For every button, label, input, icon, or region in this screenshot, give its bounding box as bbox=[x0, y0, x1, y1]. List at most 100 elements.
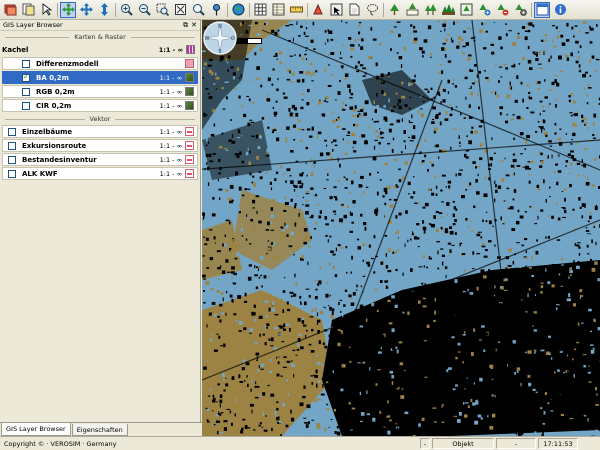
status-bar: Copyright © · VEROSIM · Germany - Objekt… bbox=[0, 436, 600, 450]
zoom-box-icon bbox=[156, 3, 169, 16]
window-icon bbox=[536, 3, 548, 16]
layer-visibility-checkbox[interactable] bbox=[8, 169, 16, 178]
zoom-out-icon bbox=[138, 4, 151, 16]
marker-icon bbox=[312, 3, 323, 15]
layer-group-label: Kachel bbox=[2, 45, 29, 54]
tree-table-button[interactable] bbox=[404, 2, 420, 18]
status-cell-3: - bbox=[496, 438, 536, 449]
close-panel-icon[interactable]: ✕ bbox=[191, 21, 197, 29]
marker-button[interactable] bbox=[310, 2, 326, 18]
layer-group-icon bbox=[186, 45, 195, 54]
layer-row[interactable]: BA 0,2m 1:1 - ∞ bbox=[2, 71, 198, 84]
arrow-icon bbox=[42, 3, 52, 16]
pan-icon bbox=[61, 3, 75, 16]
grid-button[interactable] bbox=[252, 2, 268, 18]
layer-type-icon bbox=[185, 59, 194, 68]
tree-remove-icon bbox=[497, 4, 508, 16]
tab-gis-layer-browser[interactable]: GIS Layer Browser bbox=[1, 423, 71, 436]
float-panel-icon[interactable]: ⧉ bbox=[183, 21, 188, 29]
document-button[interactable] bbox=[346, 2, 362, 18]
compass-west: W bbox=[205, 36, 210, 42]
tree-add-button[interactable] bbox=[476, 2, 492, 18]
pan-button[interactable] bbox=[60, 1, 76, 18]
lasso-button[interactable] bbox=[364, 2, 380, 18]
gis-layer-browser-panel: GIS Layer Browser ⧉ ✕ Karten & Raster Kac… bbox=[0, 20, 201, 436]
status-cell-1: - bbox=[420, 438, 430, 449]
layer-group-kachel[interactable]: Kachel 1:1 - ∞ bbox=[2, 43, 198, 56]
layer-name: BA 0,2m bbox=[36, 73, 69, 82]
pages-button[interactable] bbox=[20, 2, 36, 18]
window-button[interactable] bbox=[534, 1, 550, 18]
vertical-move-button[interactable] bbox=[96, 2, 112, 18]
layer-visibility-checkbox[interactable] bbox=[22, 87, 30, 96]
layer-type-icon bbox=[185, 141, 194, 150]
tree-settings-button[interactable] bbox=[512, 2, 528, 18]
forest-button[interactable] bbox=[440, 2, 456, 18]
app-window: GIS Layer Browser ⧉ ✕ Karten & Raster Kac… bbox=[0, 0, 600, 450]
pin-icon bbox=[212, 4, 220, 16]
layer-type-icon bbox=[185, 127, 194, 136]
tree-grid-button[interactable] bbox=[458, 2, 474, 18]
group-header-0: Karten & Raster bbox=[0, 31, 200, 43]
compass-south: S bbox=[218, 49, 221, 55]
layer-row[interactable]: RGB 0,2m 1:1 - ∞ bbox=[2, 85, 198, 98]
compass-icon[interactable]: N O S W bbox=[202, 20, 238, 56]
group-header-1: Vektor bbox=[0, 113, 200, 125]
layer-visibility-checkbox[interactable] bbox=[8, 127, 16, 136]
arrow-button[interactable] bbox=[38, 2, 54, 18]
layer-scale: 1:1 - ∞ bbox=[159, 141, 182, 150]
layer-type-icon bbox=[185, 169, 194, 178]
layer-row[interactable]: Differenzmodell bbox=[2, 57, 198, 70]
status-clock: 17:11:53 bbox=[538, 438, 578, 449]
layer-scale: 1:1 - ∞ bbox=[159, 87, 182, 96]
move-button[interactable] bbox=[78, 2, 94, 18]
panel-header: GIS Layer Browser ⧉ ✕ bbox=[0, 20, 200, 31]
table-icon bbox=[272, 3, 284, 16]
pin-button[interactable] bbox=[208, 2, 224, 18]
tree-icon bbox=[389, 4, 399, 15]
layer-visibility-checkbox[interactable] bbox=[8, 141, 16, 150]
copyright-text: Copyright © · VEROSIM · Germany bbox=[4, 439, 117, 448]
info-button[interactable] bbox=[552, 2, 568, 18]
zoom-full-button[interactable] bbox=[172, 2, 188, 18]
layer-row[interactable]: CIR 0,2m 1:1 - ∞ bbox=[2, 99, 198, 112]
layer-visibility-checkbox[interactable] bbox=[8, 155, 16, 164]
layer-type-icon bbox=[185, 155, 194, 164]
measure-button[interactable] bbox=[288, 2, 304, 18]
table-button[interactable] bbox=[270, 2, 286, 18]
layer-scale: 1:1 - ∞ bbox=[159, 169, 182, 178]
magnifier-button[interactable] bbox=[190, 2, 206, 18]
tab-eigenschaften[interactable]: Eigenschaften bbox=[71, 424, 128, 436]
panel-tabs: GIS Layer Browser Eigenschaften bbox=[0, 422, 202, 436]
layer-name: Bestandesinventur bbox=[22, 155, 97, 164]
globe-button[interactable] bbox=[230, 2, 246, 18]
layer-row[interactable]: Exkursionsroute 1:1 - ∞ bbox=[2, 139, 198, 152]
map-raster[interactable] bbox=[202, 20, 600, 436]
select-button[interactable] bbox=[328, 2, 344, 18]
zoom-out-button[interactable] bbox=[136, 2, 152, 18]
globe-icon bbox=[232, 3, 244, 16]
status-selection-mode: Objekt bbox=[432, 438, 494, 449]
layer-visibility-checkbox[interactable] bbox=[22, 101, 30, 110]
layers-red-button[interactable] bbox=[2, 2, 18, 18]
zoom-box-button[interactable] bbox=[154, 2, 170, 18]
tree-remove-button[interactable] bbox=[494, 2, 510, 18]
zoom-in-button[interactable] bbox=[118, 2, 134, 18]
map-view[interactable]: N O S W bbox=[202, 20, 600, 436]
layer-list: Karten & Raster Kachel 1:1 - ∞ Differenzmod… bbox=[0, 31, 200, 180]
layer-scale: 1:1 - ∞ bbox=[158, 45, 183, 54]
toolbar-separator bbox=[383, 2, 384, 17]
layer-visibility-checkbox[interactable] bbox=[22, 59, 30, 68]
layer-row[interactable]: Einzelbäume 1:1 - ∞ bbox=[2, 125, 198, 138]
layer-visibility-checkbox[interactable] bbox=[22, 72, 30, 82]
tree-button[interactable] bbox=[386, 2, 402, 18]
trees-button[interactable] bbox=[422, 2, 438, 18]
document-icon bbox=[349, 3, 359, 16]
layer-row[interactable]: Bestandesinventur 1:1 - ∞ bbox=[2, 153, 198, 166]
layer-row[interactable]: ALK KWF 1:1 - ∞ bbox=[2, 167, 198, 180]
move-icon bbox=[79, 3, 93, 16]
toolbar-separator bbox=[57, 2, 58, 17]
magnifier-icon bbox=[192, 4, 205, 16]
layer-name: ALK KWF bbox=[22, 169, 58, 178]
layer-name: RGB 0,2m bbox=[36, 87, 75, 96]
